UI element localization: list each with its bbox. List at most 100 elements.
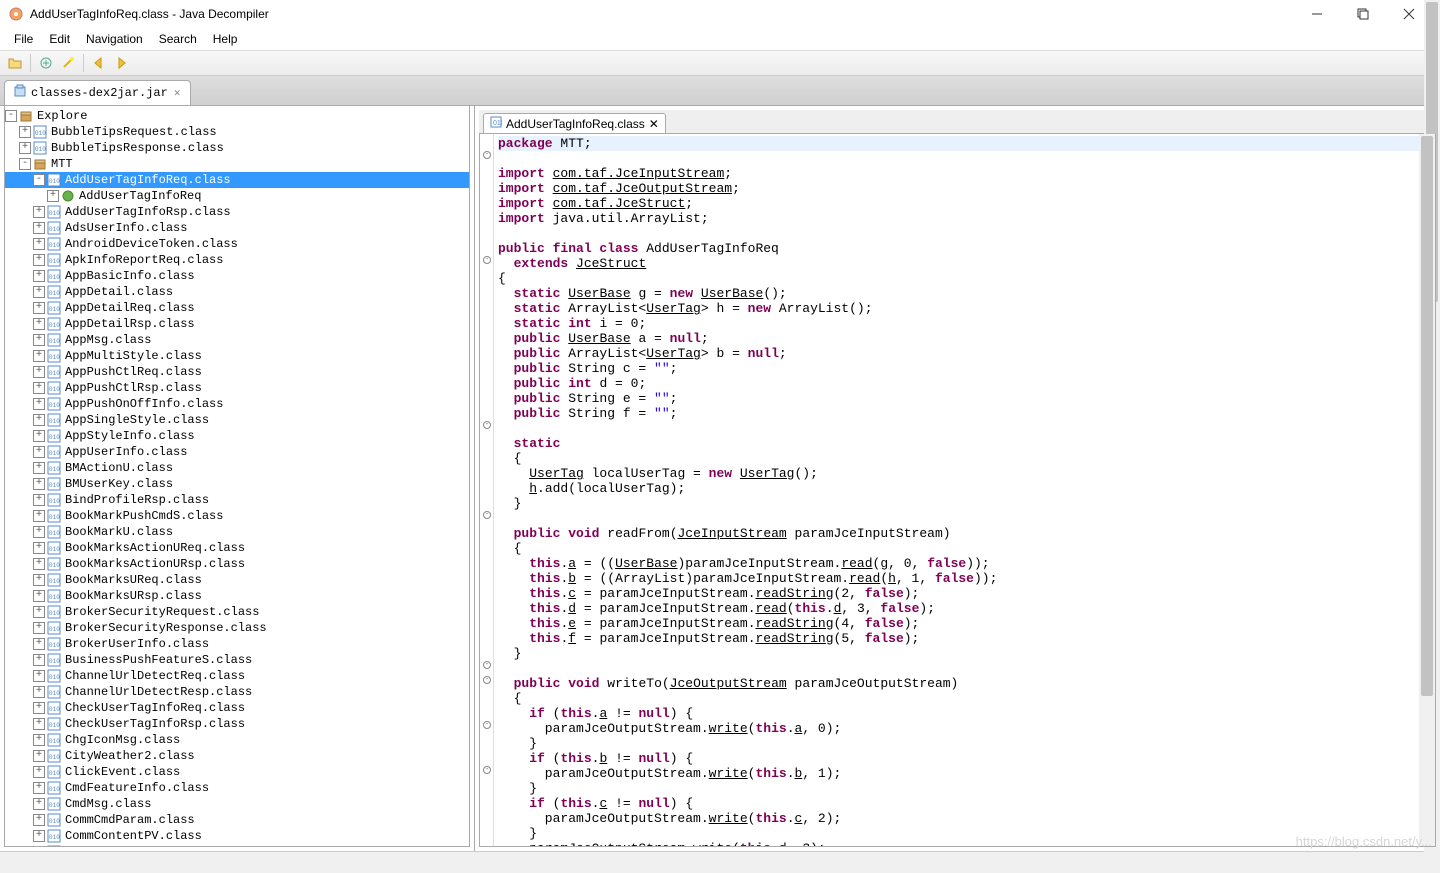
tree-expander[interactable]: + (33, 254, 45, 266)
menu-navigation[interactable]: Navigation (78, 30, 151, 48)
tree-item[interactable]: +010ChannelUrlDetectReq.class (5, 668, 469, 684)
tree-item[interactable]: +AddUserTagInfoReq (5, 188, 469, 204)
tree-expander[interactable]: + (33, 670, 45, 682)
code-scrollbar[interactable] (1419, 134, 1435, 846)
tree-item[interactable]: +010BookMarkU.class (5, 524, 469, 540)
minimize-button[interactable] (1294, 0, 1340, 28)
tree-expander[interactable]: - (5, 110, 17, 122)
tree-package[interactable]: -MTT (5, 156, 469, 172)
tree-expander[interactable]: + (19, 142, 31, 154)
tree-expander[interactable]: + (33, 702, 45, 714)
maximize-button[interactable] (1340, 0, 1386, 28)
tree-expander[interactable]: + (33, 510, 45, 522)
tree-expander[interactable]: + (33, 526, 45, 538)
tree-item[interactable]: +010CmdMsg.class (5, 796, 469, 812)
forward-icon[interactable] (110, 52, 132, 74)
tree-item[interactable]: +010CheckUserTagInfoReq.class (5, 700, 469, 716)
menu-edit[interactable]: Edit (41, 30, 78, 48)
tree-item[interactable]: +010BrokerUserInfo.class (5, 636, 469, 652)
tree-item[interactable]: +010AddUserTagInfoRsp.class (5, 204, 469, 220)
tree-item[interactable]: +010CheckUserTagInfoRsp.class (5, 716, 469, 732)
tree-expander[interactable]: - (19, 158, 31, 170)
tree-expander[interactable]: + (33, 718, 45, 730)
tree-expander[interactable]: + (33, 206, 45, 218)
tree-item[interactable]: +010CommContentPV.class (5, 828, 469, 844)
tree-expander[interactable]: + (33, 590, 45, 602)
tree-item[interactable]: +010BrokerSecurityResponse.class (5, 620, 469, 636)
tree-item[interactable]: +010AppMsg.class (5, 332, 469, 348)
tree-item[interactable]: +010AppMultiStyle.class (5, 348, 469, 364)
tree-expander[interactable]: + (33, 398, 45, 410)
fold-marker[interactable]: - (483, 766, 491, 774)
tree-item[interactable]: +010BusinessPushFeatureS.class (5, 652, 469, 668)
tree-expander[interactable]: + (33, 574, 45, 586)
fold-marker[interactable]: - (483, 421, 491, 429)
tree-expander[interactable]: + (33, 686, 45, 698)
open-file-icon[interactable] (4, 52, 26, 74)
tree-item[interactable]: +010BookMarksUReq.class (5, 572, 469, 588)
tree-item[interactable]: +010BubbleTipsRequest.class (5, 124, 469, 140)
tree-expander[interactable]: + (33, 494, 45, 506)
tree-item[interactable]: +010AppPushCtlReq.class (5, 364, 469, 380)
tree-expander[interactable]: + (33, 846, 45, 847)
tree-item[interactable]: +010BookMarksActionUReq.class (5, 540, 469, 556)
tree-expander[interactable]: + (33, 478, 45, 490)
tree-item[interactable]: +010ChannelUrlDetectResp.class (5, 684, 469, 700)
tree-expander[interactable]: + (33, 734, 45, 746)
tree-item[interactable]: +010AppBasicInfo.class (5, 268, 469, 284)
tree-expander[interactable]: + (33, 222, 45, 234)
close-tab-icon[interactable]: ✕ (172, 86, 183, 100)
tree-item[interactable]: +010ChgIconMsg.class (5, 732, 469, 748)
tree-item[interactable]: +010BrokerSecurityRequest.class (5, 604, 469, 620)
tree-item[interactable]: +010AppPushCtlRsp.class (5, 380, 469, 396)
tree-item[interactable]: +010AppSingleStyle.class (5, 412, 469, 428)
tree-expander[interactable]: + (33, 366, 45, 378)
tree-item[interactable]: +010BookMarkPushCmdS.class (5, 508, 469, 524)
fold-marker[interactable]: - (483, 676, 491, 684)
tree-item[interactable]: +010AppDetail.class (5, 284, 469, 300)
tree-item[interactable]: +010ClickEvent.class (5, 764, 469, 780)
tree-expander[interactable]: + (33, 766, 45, 778)
tree-root[interactable]: -Explore (5, 108, 469, 124)
tree-item-selected[interactable]: -010AddUserTagInfoReq.class (5, 172, 469, 188)
tree-expander[interactable]: + (33, 830, 45, 842)
fold-marker[interactable]: - (483, 661, 491, 669)
tree-expander[interactable]: + (33, 382, 45, 394)
tree-item[interactable]: +010CommCmdParam.class (5, 812, 469, 828)
tree-item[interactable]: +010AppPushOnOffInfo.class (5, 396, 469, 412)
tree-item[interactable]: +010BubbleTipsResponse.class (5, 140, 469, 156)
code-scroll[interactable]: - - - - - - - - package MTT; import com.… (479, 134, 1436, 847)
tree-expander[interactable]: + (33, 446, 45, 458)
back-icon[interactable] (88, 52, 110, 74)
editor-tab[interactable]: 010 AddUserTagInfoReq.class ✕ (483, 113, 666, 133)
tree-expander[interactable]: + (33, 814, 45, 826)
tree-item[interactable]: +010AppDetailRsp.class (5, 316, 469, 332)
tree-expander[interactable]: + (33, 302, 45, 314)
tree-expander[interactable]: + (33, 318, 45, 330)
tree-expander[interactable]: + (33, 782, 45, 794)
tree-expander[interactable]: + (33, 238, 45, 250)
tree-expander[interactable]: + (33, 334, 45, 346)
tree-item[interactable]: +010AdsUserInfo.class (5, 220, 469, 236)
expand-icon[interactable] (35, 52, 57, 74)
tree-scroll[interactable]: -Explore+010BubbleTipsRequest.class+010B… (4, 106, 470, 847)
tree-item[interactable]: +010BookMarksURsp.class (5, 588, 469, 604)
tree-expander[interactable]: + (33, 270, 45, 282)
tree-item[interactable]: +010AppUserInfo.class (5, 444, 469, 460)
tree-expander[interactable]: + (19, 126, 31, 138)
close-editor-tab-icon[interactable]: ✕ (649, 117, 659, 131)
tree-expander[interactable]: + (33, 414, 45, 426)
tree-expander[interactable]: + (33, 654, 45, 666)
menu-help[interactable]: Help (205, 30, 246, 48)
tree-item[interactable]: +010CommLBSReqV2.class (5, 844, 469, 847)
tree-item[interactable]: +010AppDetailReq.class (5, 300, 469, 316)
tree-expander[interactable]: + (33, 798, 45, 810)
fold-marker[interactable]: - (483, 721, 491, 729)
tree-item[interactable]: +010AppStyleInfo.class (5, 428, 469, 444)
fold-marker[interactable]: - (483, 511, 491, 519)
tree-item[interactable]: +010CityWeather2.class (5, 748, 469, 764)
tree-expander[interactable]: + (33, 542, 45, 554)
file-tab[interactable]: classes-dex2jar.jar ✕ (4, 80, 191, 105)
tree-expander[interactable]: + (33, 638, 45, 650)
tree-item[interactable]: +010ApkInfoReportReq.class (5, 252, 469, 268)
